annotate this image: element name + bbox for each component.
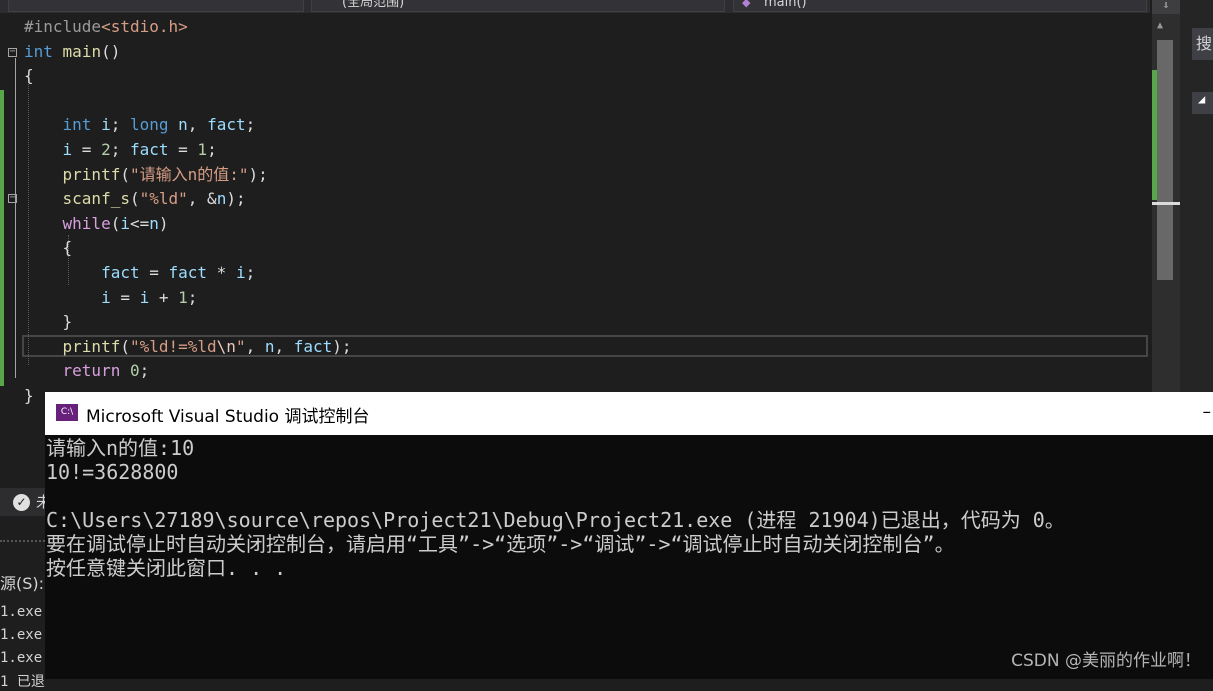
code-line: #include<stdio.h> [24,17,188,36]
collapse-while-icon[interactable]: − [8,193,17,203]
search-input[interactable]: 搜 [1192,28,1213,60]
console-line: 请输入n的值:10 [46,436,195,460]
output-row: 1.exe [0,627,43,643]
code-line: } [24,312,73,332]
editor-scrollbar[interactable]: ⇩ ▲ [1152,0,1180,392]
code-line: scanf_s("%ld", &n); [62,189,246,209]
change-indicator [0,90,4,386]
editor-gutter: − − [0,13,22,393]
collapse-main-icon[interactable]: − [8,47,17,57]
output-row: 1 已退 [0,674,45,690]
scroll-up-icon[interactable]: ▲ [1157,20,1163,31]
code-line: fact = fact * i; [101,262,256,282]
console-line: 按任意键关闭此窗口. . . [46,556,287,580]
solution-explorer-panel: 搜 ◢ [1180,0,1213,392]
code-line: return 0; [62,361,150,381]
code-line: int main() [24,41,121,61]
code-line: printf("请输入n的值:"); [62,164,268,184]
console-output: 请输入n的值:10 10!=3628800 C:\Users\27189\sou… [46,436,1211,580]
change-marker [1152,70,1157,200]
code-line: { [24,238,73,258]
code-line: int i; long n, fact; [62,115,256,135]
minimize-icon[interactable]: – [1203,402,1212,422]
check-icon: ✓ [13,494,30,511]
caret-marker [1152,202,1180,205]
scope-label: (全局范围) [342,0,405,10]
code-line: i = 2; fact = 1; [62,139,217,159]
output-row: 1.exe [0,650,43,666]
code-line: while(i<=n) [62,213,169,233]
fold-line [15,58,16,378]
function-label: main() [764,0,807,10]
console-line: 10!=3628800 [46,460,179,484]
watermark: CSDN @美丽的作业啊！ [1011,651,1201,671]
output-source-label: 源(S): [0,574,45,593]
console-titlebar[interactable]: C:\ Microsoft Visual Studio 调试控制台 – [45,392,1213,435]
scope-dropdown[interactable]: (全局范围) [311,0,725,12]
code-line: printf("%ld!=%ld\n", n, fact); [62,336,352,356]
output-row: 1.exe [0,604,43,620]
panel-divider [0,540,45,545]
project-dropdown[interactable] [8,0,304,12]
debug-console-window[interactable]: C:\ Microsoft Visual Studio 调试控制台 – 请输入n… [45,392,1213,679]
console-title: Microsoft Visual Studio 调试控制台 [86,407,370,427]
code-line: { [24,66,34,86]
console-line: 要在调试停止时自动关闭控制台，请启用“工具”->“选项”->“调试”->“调试停… [46,532,955,556]
code-editor[interactable]: #include<stdio.h> int main() { int i; lo… [24,15,1144,409]
function-dropdown[interactable]: ◆ main() [733,0,1147,12]
console-app-icon: C:\ [56,404,78,421]
split-icon[interactable]: ⇩ [1152,0,1180,14]
collapse-icon[interactable]: ◢ [1192,92,1213,114]
console-line: C:\Users\27189\source\repos\Project21\De… [46,508,1065,532]
scrollbar-thumb[interactable] [1157,40,1173,280]
navigation-bar: (全局范围) ◆ main() [0,0,1150,13]
code-line: i = i + 1; [101,287,198,307]
function-icon: ◆ [742,0,751,9]
